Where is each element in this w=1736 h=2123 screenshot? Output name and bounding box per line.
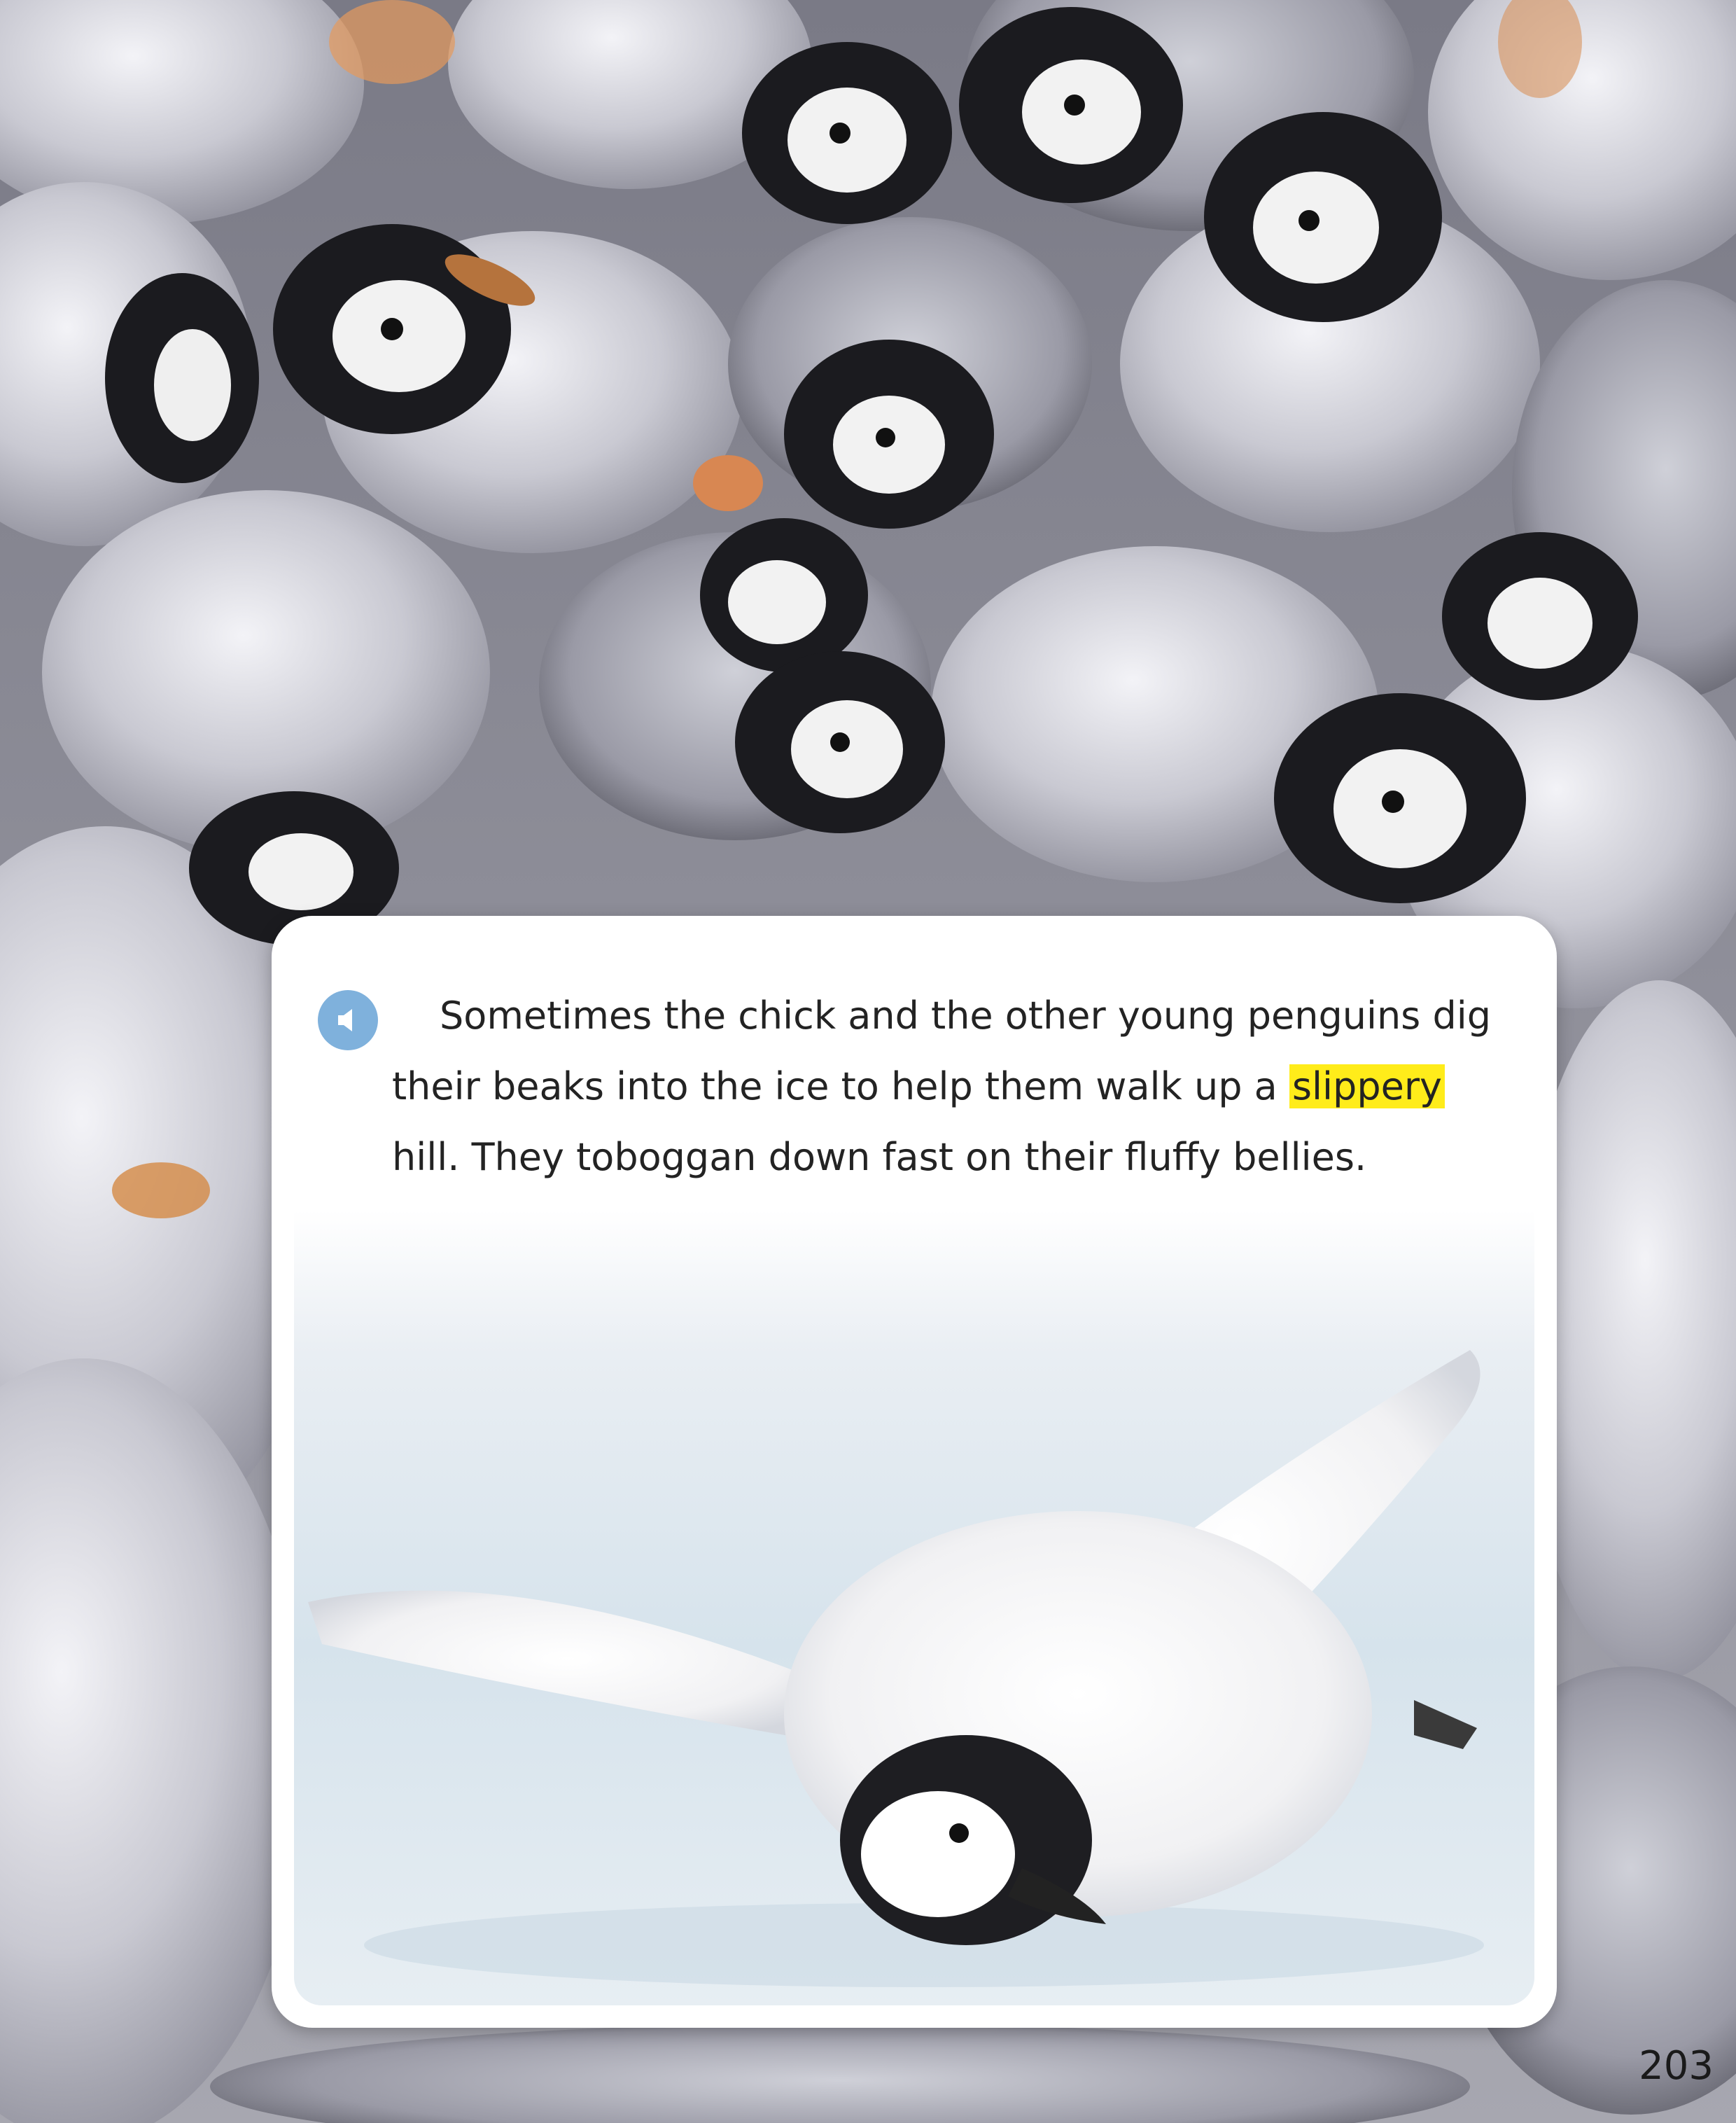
page-number: 203 — [1639, 2043, 1714, 2089]
speaker-icon — [338, 1009, 352, 1031]
reading-passage: Sometimes the chick and the other young … — [392, 980, 1498, 1192]
reading-card: Sometimes the chick and the other young … — [272, 916, 1557, 2028]
highlighted-word[interactable]: slippery — [1289, 1064, 1445, 1108]
audio-play-button[interactable] — [318, 990, 378, 1050]
passage-text-after: hill. They toboggan down fast on their f… — [392, 1135, 1367, 1179]
tobogganing-chick-photo — [294, 1210, 1534, 2005]
